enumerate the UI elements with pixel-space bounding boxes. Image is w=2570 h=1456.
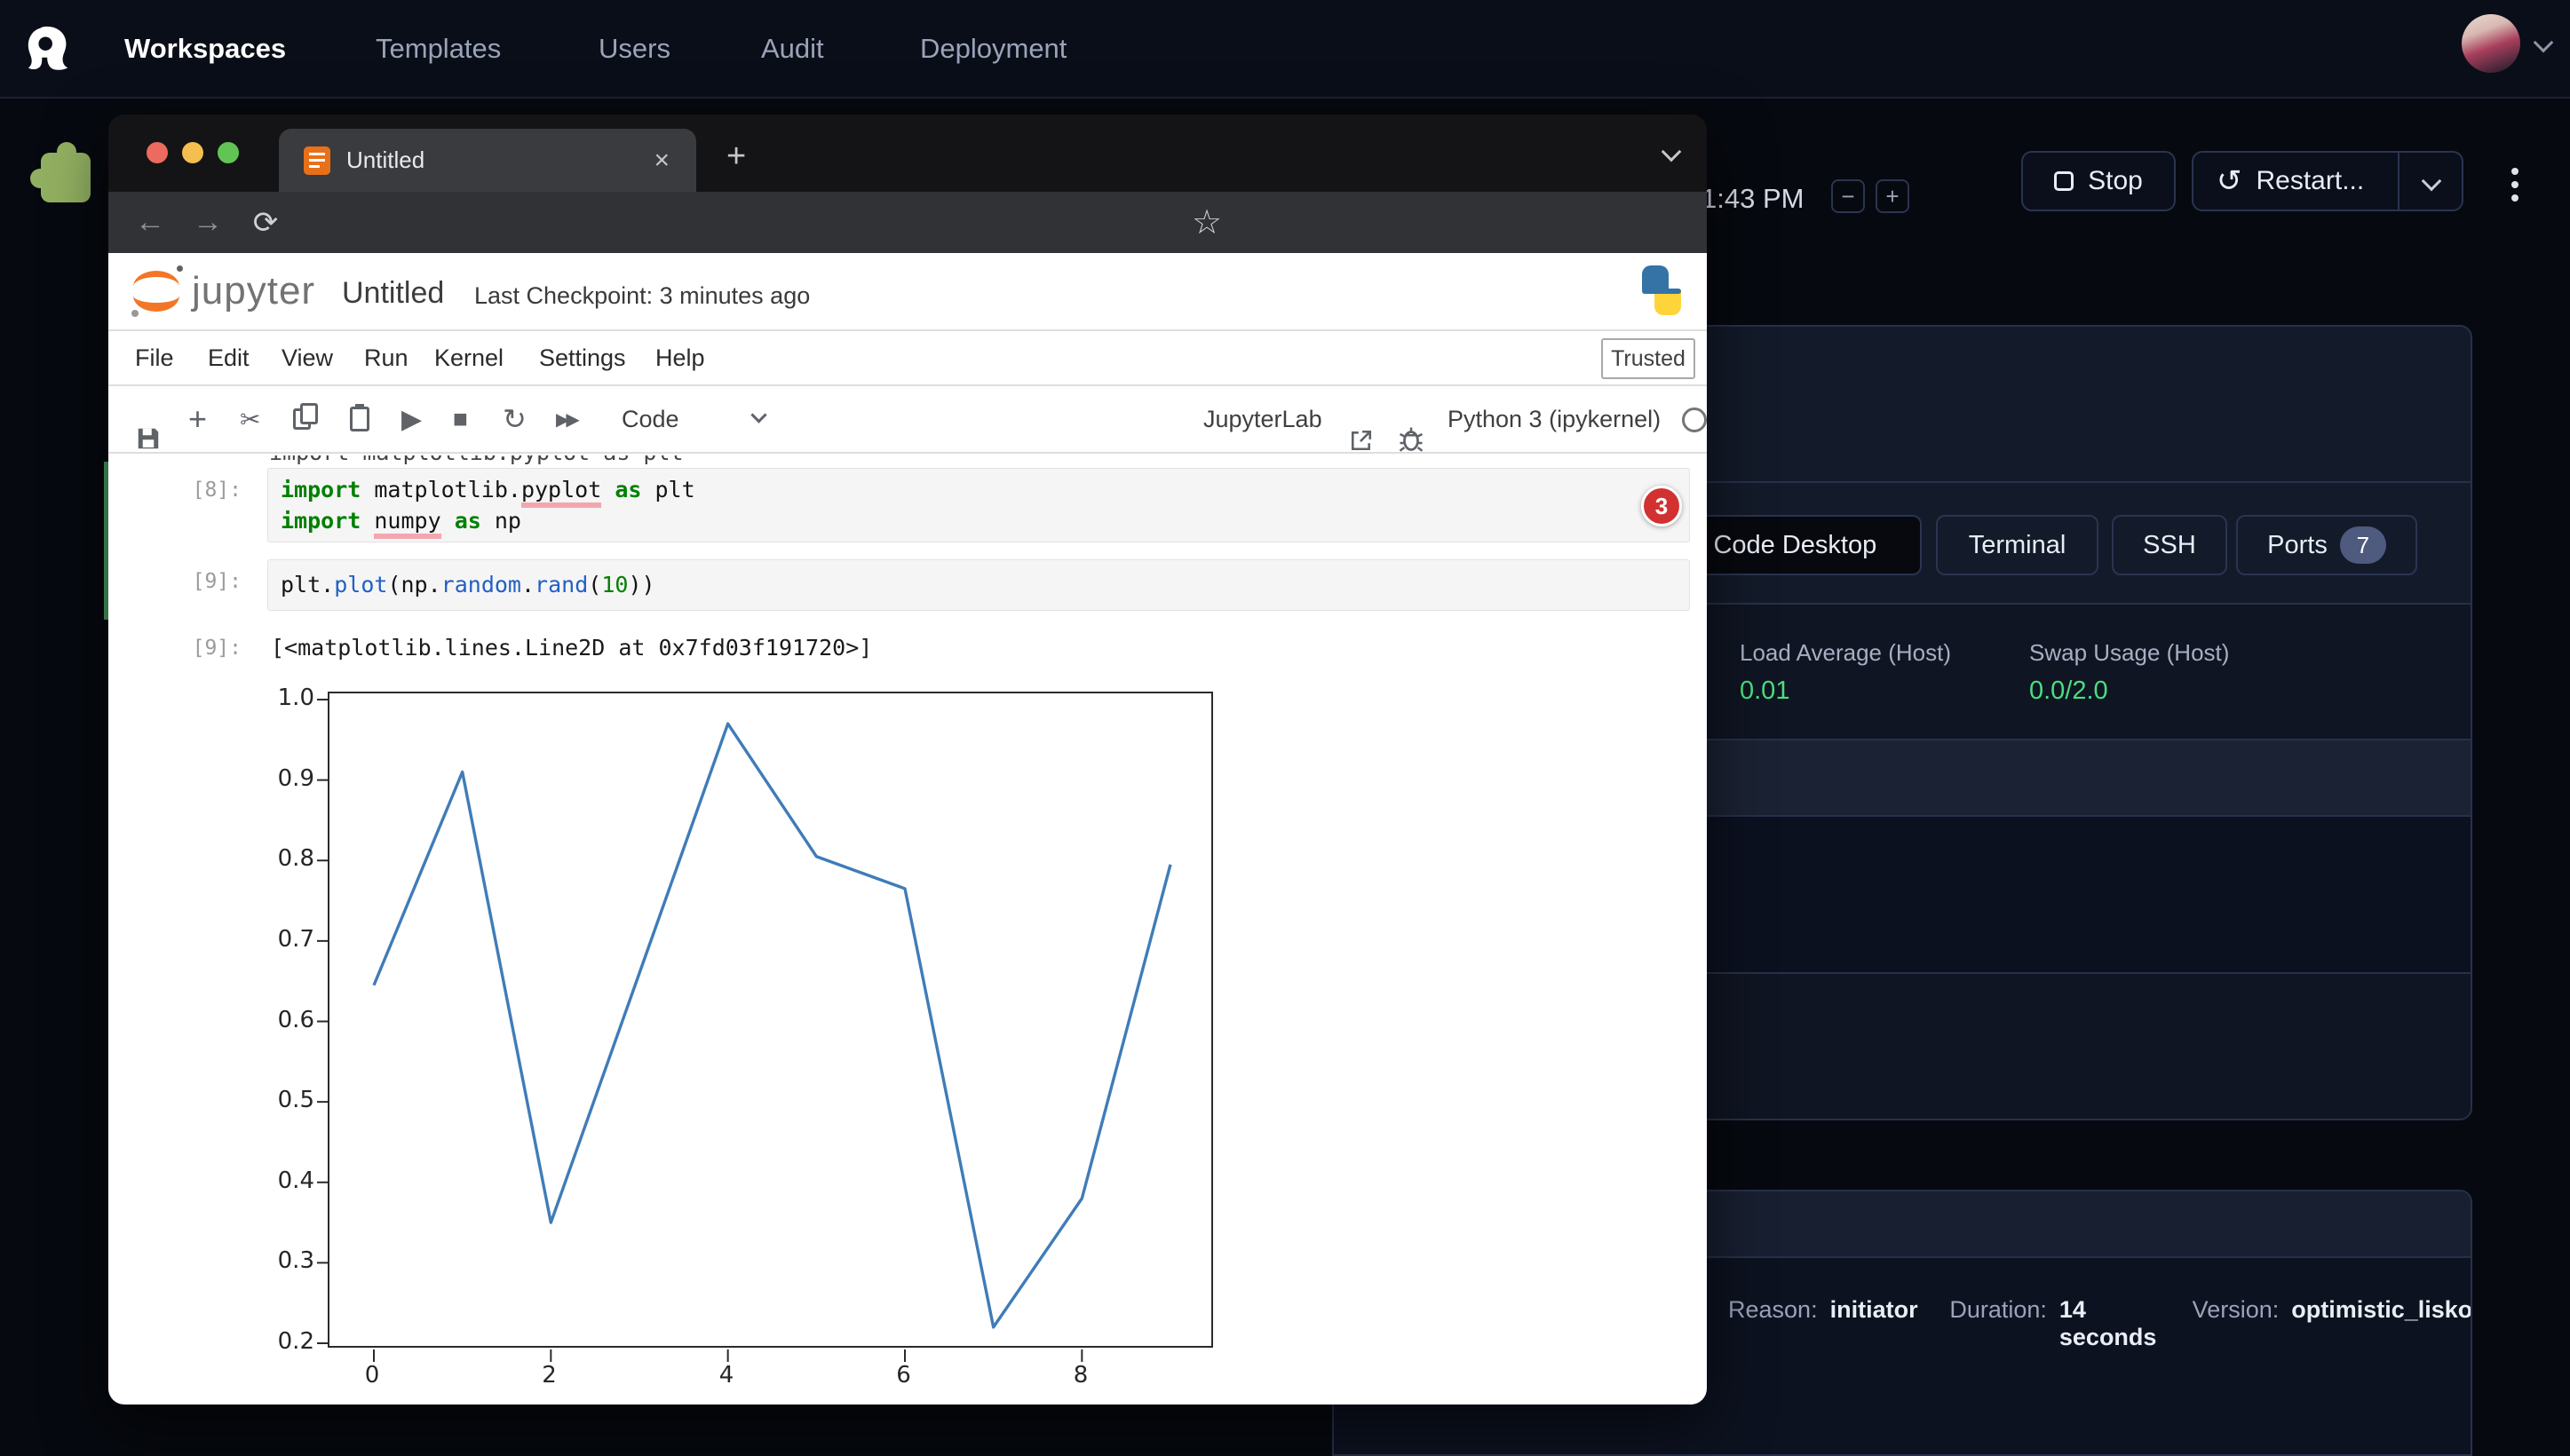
- browser-tab[interactable]: Untitled ×: [279, 129, 696, 192]
- tab-search-chevron-icon[interactable]: [1662, 142, 1682, 162]
- interrupt-kernel-icon[interactable]: ■: [453, 386, 468, 452]
- jupyter-header: jupyter Untitled Last Checkpoint: 3 minu…: [108, 253, 1707, 331]
- cell9-prompt: [9]:: [160, 570, 242, 593]
- ports-count-badge: 7: [2340, 526, 2386, 564]
- back-icon[interactable]: ←: [128, 192, 172, 253]
- save-icon[interactable]: [135, 406, 162, 471]
- menu-help[interactable]: Help: [655, 331, 705, 384]
- chevron-down-icon[interactable]: [2534, 33, 2554, 53]
- menu-view[interactable]: View: [282, 331, 333, 384]
- jupyter-menubar: File Edit View Run Kernel Settings Help …: [108, 331, 1707, 386]
- clipped-code-line: import matplotlib.pyplot as plt: [269, 455, 1601, 468]
- reload-icon[interactable]: ⟳: [243, 192, 288, 253]
- restart-run-all-icon[interactable]: ▶▶: [556, 386, 576, 452]
- traffic-minimize-icon[interactable]: [182, 142, 203, 163]
- duration-label: Duration:: [1949, 1296, 2047, 1324]
- reason-value: initiator: [1830, 1296, 1918, 1324]
- jupyterlab-link[interactable]: JupyterLab: [1203, 386, 1322, 452]
- output9-prompt: [9]:: [160, 637, 242, 660]
- browser-toolbar: ← → ⟳ 5555--main--test--matifali.atif.cd…: [108, 192, 1707, 253]
- load-average-label: Load Average (Host): [1740, 639, 1951, 667]
- cell-type-chevron-icon[interactable]: [750, 407, 766, 423]
- jupyter-toolbar: + ✂ ▶ ■ ↻ ▶▶ Code JupyterLab: [108, 386, 1707, 454]
- menu-edit[interactable]: Edit: [208, 331, 250, 384]
- menu-run[interactable]: Run: [364, 331, 409, 384]
- browser-window: Untitled × + ← → ⟳ 5555--main--test--mat…: [108, 115, 1707, 1405]
- swap-usage-value: 0.0/2.0: [2029, 677, 2108, 706]
- new-tab-icon[interactable]: +: [726, 138, 746, 176]
- version-value[interactable]: optimistic_liskov9: [2291, 1296, 2472, 1324]
- python-logo: [1638, 265, 1685, 315]
- restart-kernel-icon[interactable]: ↻: [503, 386, 527, 452]
- user-avatar[interactable]: [2462, 14, 2520, 73]
- extension-puzzle-icon: [41, 153, 91, 202]
- matplotlib-figure: [328, 692, 1213, 1348]
- zoom-in-button[interactable]: +: [1876, 179, 1909, 213]
- cut-cell-icon[interactable]: ✂: [240, 386, 260, 452]
- menu-file[interactable]: File: [135, 331, 174, 384]
- split-divider: [2398, 153, 2399, 210]
- bookmark-star-icon[interactable]: ☆: [1185, 192, 1229, 253]
- load-average-value: 0.01: [1740, 677, 1789, 706]
- nav-item-workspaces[interactable]: Workspaces: [124, 0, 286, 97]
- chart-y-tick-labels: 1.00.9 0.80.7 0.60.5 0.40.3 0.2: [215, 698, 314, 1341]
- restart-workspace-split-button[interactable]: ↺ Restart...: [2192, 151, 2463, 211]
- traffic-close-icon[interactable]: [147, 142, 168, 163]
- output9-text: [<matplotlib.lines.Line2D at 0x7fd03f191…: [271, 635, 872, 661]
- restart-chevron-icon[interactable]: [2422, 171, 2442, 192]
- stop-workspace-button[interactable]: Stop: [2021, 151, 2176, 211]
- run-cell-icon[interactable]: ▶: [401, 386, 422, 452]
- version-label: Version:: [2193, 1296, 2280, 1324]
- ssh-button[interactable]: SSH: [2112, 515, 2227, 575]
- nav-item-templates[interactable]: Templates: [376, 0, 501, 97]
- notebook-favicon: [304, 146, 330, 175]
- notification-badge[interactable]: 3: [1641, 486, 1682, 526]
- stop-square-icon: [2054, 171, 2074, 191]
- jupyter-page: jupyter Untitled Last Checkpoint: 3 minu…: [108, 253, 1707, 1405]
- top-nav: Workspaces Templates Users Audit Deploym…: [0, 0, 2570, 99]
- cell-type-select[interactable]: Code: [622, 386, 679, 452]
- copy-cell-icon[interactable]: [293, 386, 311, 452]
- chart-x-tick-labels: 02 46 8: [372, 1362, 1081, 1389]
- workspace-clock: 11:43 PM: [1694, 183, 1804, 215]
- reason-label: Reason:: [1728, 1296, 1818, 1324]
- ports-button[interactable]: Ports 7: [2236, 515, 2417, 575]
- nav-item-audit[interactable]: Audit: [761, 0, 824, 97]
- trusted-button[interactable]: Trusted: [1601, 338, 1695, 379]
- menu-settings[interactable]: Settings: [539, 331, 626, 384]
- add-cell-icon[interactable]: +: [188, 386, 207, 452]
- kernel-name[interactable]: Python 3 (ipykernel): [1448, 386, 1661, 452]
- restart-icon: ↺: [2217, 163, 2242, 199]
- cell9-input[interactable]: plt.plot(np.random.rand(10)): [267, 559, 1690, 611]
- nav-item-users[interactable]: Users: [599, 0, 670, 97]
- zoom-out-button[interactable]: −: [1831, 179, 1865, 213]
- jupyter-brand: jupyter: [192, 269, 315, 313]
- terminal-button[interactable]: Terminal: [1936, 515, 2098, 575]
- tab-close-icon[interactable]: ×: [654, 146, 670, 176]
- cell8-prompt: [8]:: [160, 479, 242, 502]
- traffic-zoom-icon[interactable]: [218, 142, 239, 163]
- workspace-kebab-menu[interactable]: [2511, 162, 2518, 208]
- coder-logo[interactable]: [23, 21, 78, 76]
- swap-usage-label: Swap Usage (Host): [2029, 639, 2229, 667]
- tab-title: Untitled: [346, 146, 424, 174]
- notebook-title[interactable]: Untitled: [342, 276, 444, 311]
- plot-svg: [329, 693, 1215, 1349]
- jupyter-logo: [131, 264, 183, 319]
- cell8-input[interactable]: import matplotlib.pyplot as plt import n…: [267, 468, 1690, 542]
- checkpoint-status: Last Checkpoint: 3 minutes ago: [474, 282, 810, 310]
- nav-item-deployment[interactable]: Deployment: [920, 0, 1067, 97]
- build-info-row: Reason: initiator Duration: 14 seconds V…: [1728, 1296, 2472, 1351]
- browser-tab-strip: Untitled × +: [108, 115, 1707, 192]
- menu-kernel[interactable]: Kernel: [434, 331, 504, 384]
- forward-icon[interactable]: →: [186, 192, 230, 253]
- duration-value: 14 seconds: [2059, 1296, 2161, 1351]
- kernel-status-icon: [1682, 408, 1707, 432]
- paste-cell-icon[interactable]: [350, 386, 369, 452]
